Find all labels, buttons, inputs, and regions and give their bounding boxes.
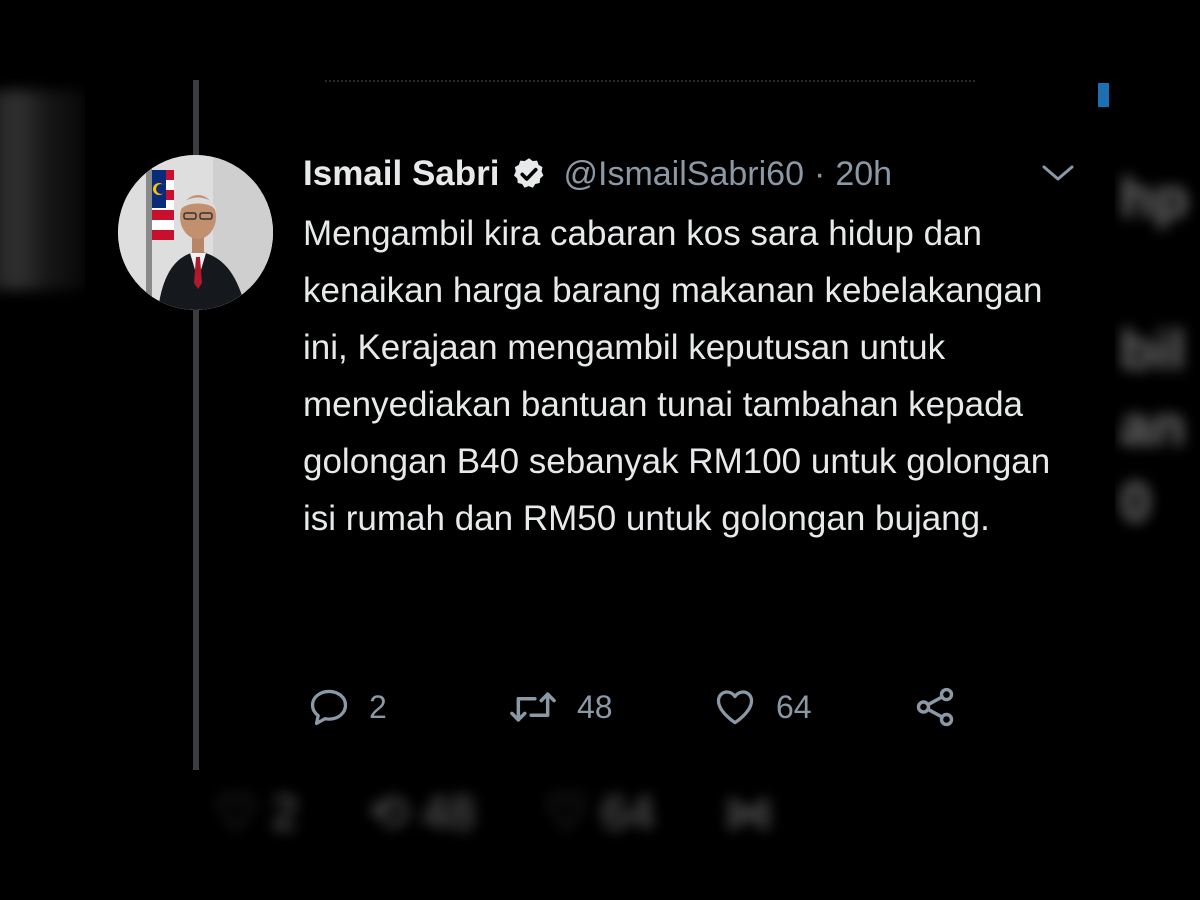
- scroll-indicator: [1098, 83, 1109, 107]
- verified-badge-icon: [511, 156, 547, 192]
- blurred-like: ♡ 64: [545, 787, 655, 840]
- blurred-avatar-shape: [0, 90, 85, 290]
- blurred-text-fragment: hp bil an 0: [1120, 166, 1189, 533]
- reply-icon: [310, 689, 348, 726]
- avatar-portrait-icon: [118, 155, 273, 310]
- reply-button[interactable]: 2: [307, 685, 507, 729]
- avatar[interactable]: [118, 155, 273, 310]
- retweet-icon: [510, 692, 556, 722]
- top-divider: [325, 80, 975, 86]
- screenshot-stage: hp bil an 0 ♡ 2 ⟲ 48 ♡ 64 ⋈ Ismail Sabri…: [0, 0, 1200, 900]
- blurred-action-bar: ♡ 2 ⟲ 48 ♡ 64 ⋈: [215, 785, 773, 841]
- blurred-retweet: ⟲ 48: [368, 787, 476, 840]
- tweet-header: Ismail Sabri @IsmailSabri60 · 20h: [303, 150, 892, 198]
- tweet-body-text: Mengambil kira cabaran kos sara hidup da…: [303, 214, 1051, 538]
- meta-separator: ·: [813, 154, 826, 193]
- share-button[interactable]: [912, 684, 958, 730]
- like-button[interactable]: 64: [712, 685, 912, 729]
- share-icon: [916, 687, 954, 727]
- retweet-button[interactable]: 48: [507, 685, 712, 729]
- retweet-count: 48: [577, 688, 613, 725]
- author-handle[interactable]: @IsmailSabri60: [563, 155, 804, 194]
- blurred-share: ⋈: [724, 787, 773, 840]
- like-count: 64: [776, 688, 812, 725]
- tweet-card[interactable]: Ismail Sabri @IsmailSabri60 · 20h Mengam…: [85, 80, 1115, 780]
- tweet-action-bar: 2 48 64: [307, 682, 958, 732]
- tweet-menu-button[interactable]: [1040, 158, 1076, 188]
- heart-icon: [716, 690, 754, 725]
- reply-count: 2: [369, 688, 387, 725]
- author-name[interactable]: Ismail Sabri: [303, 154, 499, 194]
- blurred-reply: ♡ 2: [215, 787, 299, 840]
- chevron-down-icon: [1042, 165, 1074, 181]
- tweet-timestamp[interactable]: 20h: [835, 155, 892, 194]
